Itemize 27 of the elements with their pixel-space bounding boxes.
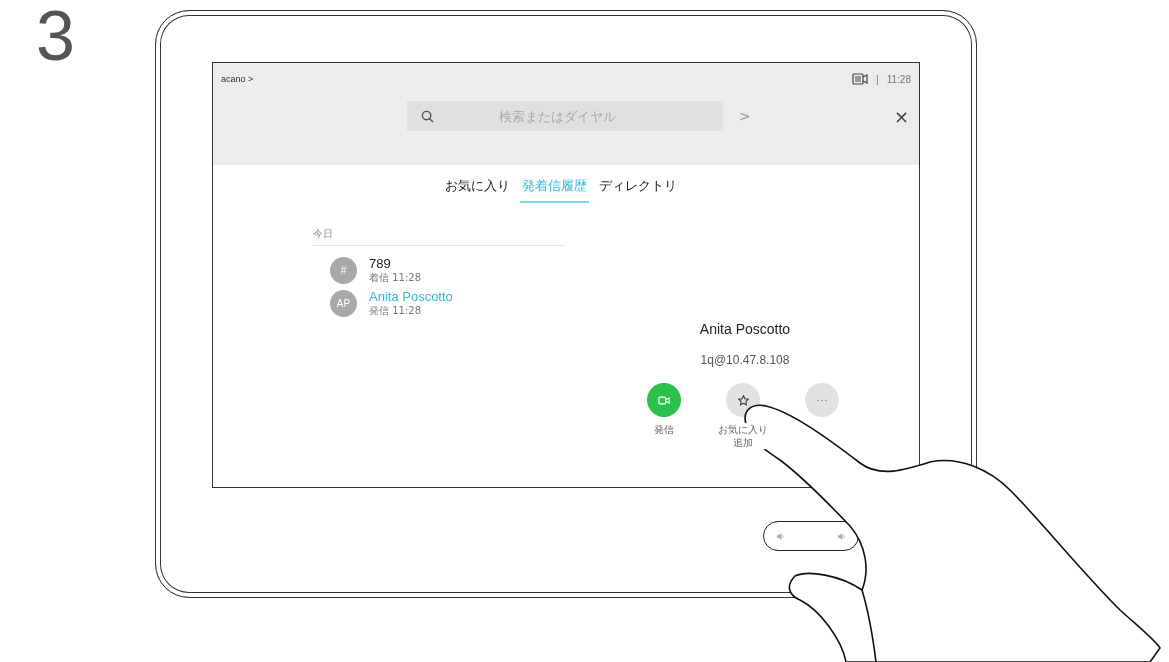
search-icon — [421, 110, 434, 123]
action-label: 発信 — [654, 423, 674, 436]
contact-name: Anita Poscotto — [699, 321, 791, 337]
tab[interactable]: お気に入り — [443, 173, 512, 203]
contact-address: 1q@10.47.8.108 — [700, 353, 790, 367]
avatar: # — [330, 257, 357, 284]
call-time: 着信 11:28 — [369, 271, 421, 285]
clock-time: 11:28 — [886, 73, 911, 85]
speaker-icon[interactable] — [776, 531, 785, 541]
volume-control[interactable] — [763, 521, 859, 551]
section-heading: 今日 — [313, 227, 565, 246]
more-button[interactable] — [805, 383, 839, 417]
step-number: 3 — [36, 0, 75, 76]
breadcrumb[interactable]: acano > — [221, 74, 254, 84]
video-camera-icon — [658, 395, 670, 405]
avatar: AP — [330, 290, 357, 317]
star-icon — [737, 394, 749, 406]
separator: | — [876, 73, 879, 85]
call-button[interactable] — [647, 383, 681, 417]
contact-title[interactable]: 789 — [369, 256, 421, 271]
camera-icon[interactable] — [852, 73, 869, 85]
action-label: お気に入り 追加 — [718, 423, 768, 449]
call-time: 発信 11:28 — [369, 304, 422, 318]
close-button[interactable]: × — [893, 105, 909, 127]
tab[interactable]: ディレクトリ — [597, 173, 679, 203]
more-icon — [817, 398, 827, 402]
speaker-icon[interactable] — [837, 531, 846, 541]
